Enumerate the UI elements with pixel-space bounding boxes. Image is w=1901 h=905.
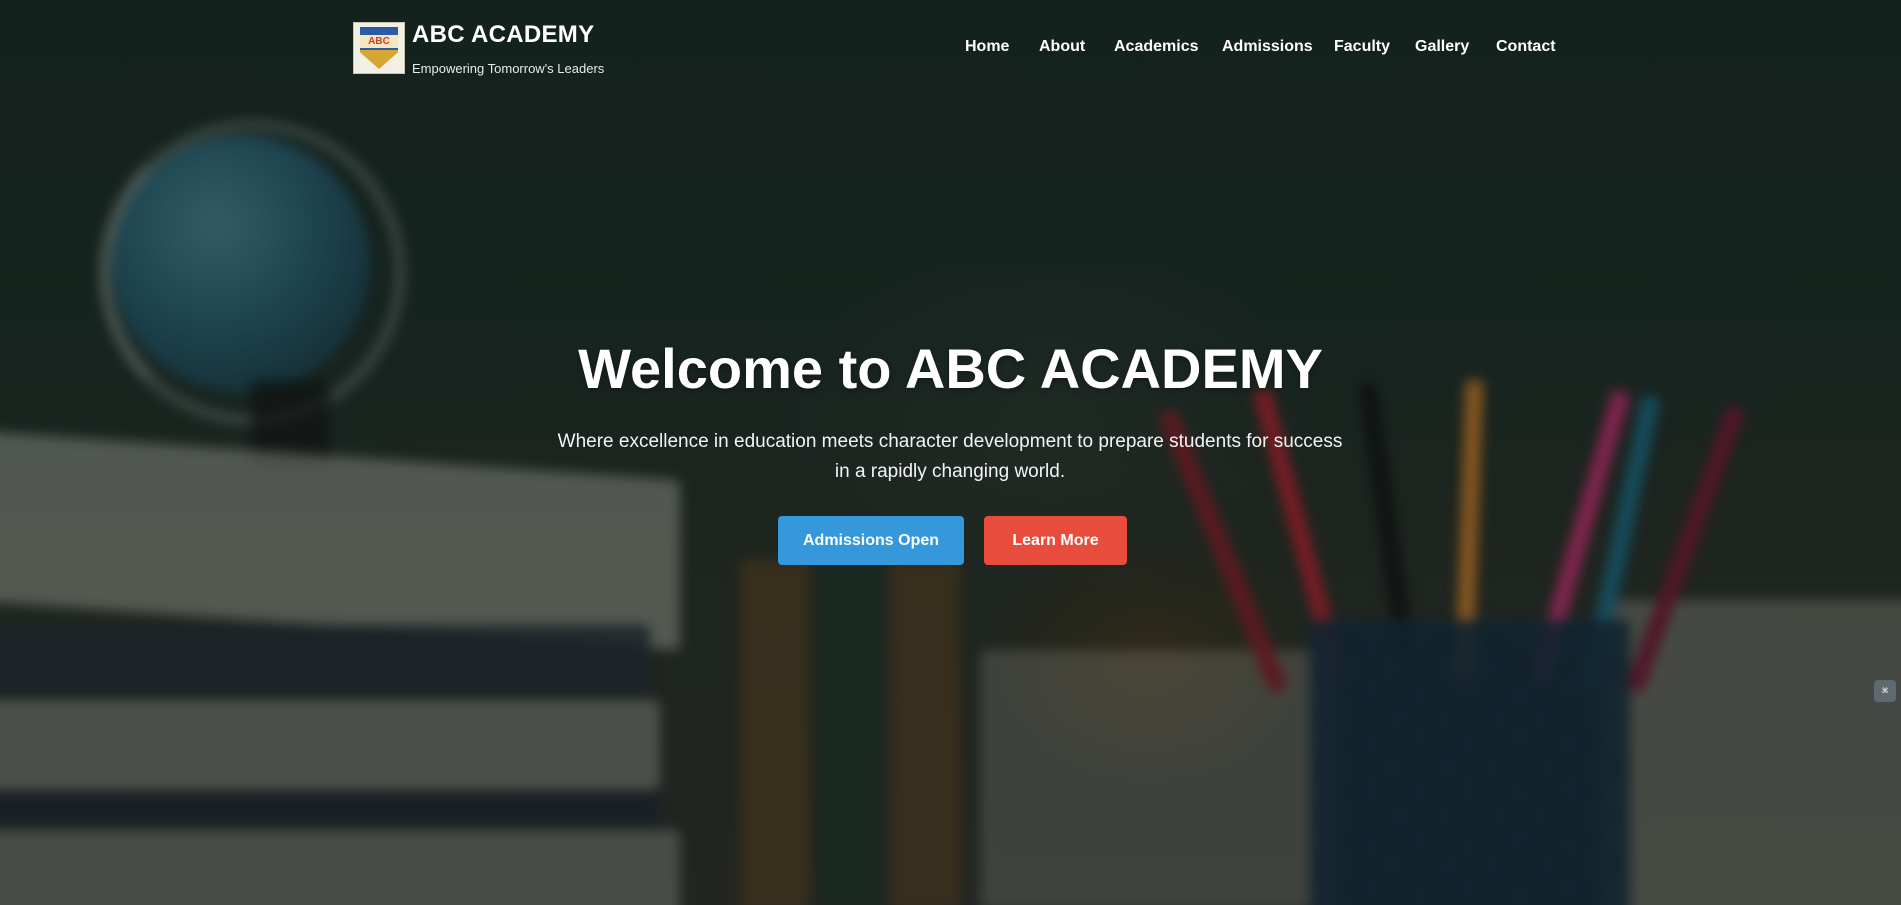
site-header: ABC ABC ACADEMY Empowering Tomorrow's Le… — [0, 0, 1901, 100]
extension-glyph: ⌘ — [1881, 685, 1889, 697]
nav-contact[interactable]: Contact — [1496, 38, 1556, 56]
nav-academics[interactable]: Academics — [1114, 38, 1199, 56]
nav-admissions[interactable]: Admissions — [1222, 38, 1313, 56]
hero-title: Welcome to ABC ACADEMY — [578, 337, 1323, 400]
hero-subtitle: Where excellence in education meets char… — [557, 431, 1343, 482]
extension-icon[interactable]: ⌘ — [1874, 680, 1896, 702]
admissions-open-button[interactable]: Admissions Open — [778, 516, 964, 565]
nav-home[interactable]: Home — [965, 38, 1009, 56]
site-tagline: Empowering Tomorrow's Leaders — [412, 61, 605, 76]
nav-faculty[interactable]: Faculty — [1334, 38, 1390, 56]
main-nav: Home About Academics Admissions Faculty … — [0, 38, 1901, 60]
hero-section: ABC ABC ACADEMY Empowering Tomorrow's Le… — [0, 0, 1901, 905]
nav-about[interactable]: About — [1039, 38, 1085, 56]
nav-gallery[interactable]: Gallery — [1415, 38, 1469, 56]
learn-more-button[interactable]: Learn More — [984, 516, 1127, 565]
